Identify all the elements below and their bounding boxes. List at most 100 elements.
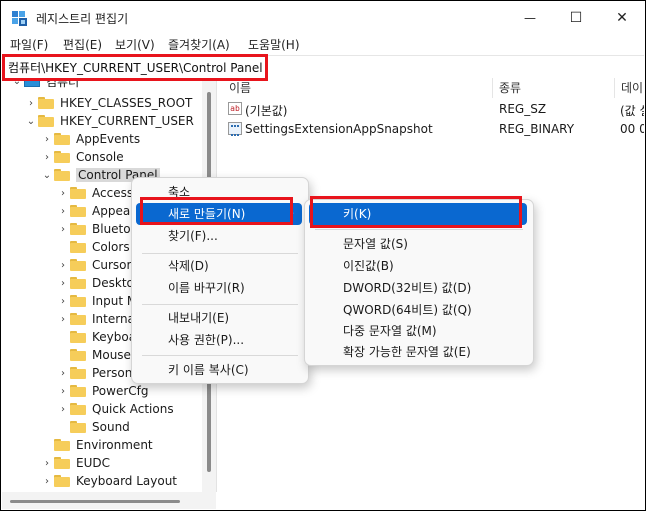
column-header-type[interactable]: 종류 [493,78,615,98]
address-path[interactable]: 컴퓨터\HKEY_CURRENT_USER\Control Panel [8,59,263,76]
menu-help[interactable]: 도움말(H) [248,36,300,53]
menu-item-export[interactable]: 내보내기(E) [136,307,302,329]
tree-node[interactable]: Sound [56,418,130,436]
menu-item-delete[interactable]: 삭제(D) [136,255,302,277]
close-icon: ✕ [616,10,628,26]
chevron-right-icon[interactable]: › [56,404,70,415]
menu-item-copy-key-name[interactable]: 키 이름 복사(C) [136,359,302,381]
tree-node[interactable]: Mouse [56,346,131,364]
close-button[interactable]: ✕ [599,2,645,34]
tree-node-label: Cursor [92,258,132,272]
value-type: REG_BINARY [499,122,575,136]
tree-node[interactable]: › Person [56,364,132,382]
tree-node[interactable]: › Access [56,184,133,202]
chevron-right-icon[interactable]: › [40,152,54,163]
submenu-item-qword-value[interactable]: QWORD(64비트) 값(Q) [309,299,527,321]
folder-icon [54,133,70,145]
chevron-right-icon[interactable]: › [40,476,54,487]
folder-icon [70,241,86,253]
submenu-item-string-value[interactable]: 문자열 값(S) [309,233,527,255]
tree-node[interactable]: › Appear [56,202,135,220]
tree-node-label: Environment [76,438,153,452]
window-title: 레지스트리 편집기 [36,12,129,26]
tree-node[interactable]: Keyboa [56,328,136,346]
title-bar: 레지스트리 편집기 — ☐ ✕ [2,2,645,34]
menu-item-find[interactable]: 찾기(F)... [136,225,302,247]
menu-item-collapse[interactable]: 축소 [136,181,302,203]
tree-node[interactable]: › PowerCfg [56,382,149,400]
submenu-item-expandable-string-value[interactable]: 확장 가능한 문자열 값(E) [309,341,527,363]
tree-node[interactable]: Environment [40,436,153,454]
folder-icon [54,151,70,163]
chevron-right-icon[interactable]: › [56,386,70,397]
tree-node-label: Access [92,186,134,200]
submenu-item-binary-value[interactable]: 이진값(B) [309,255,527,277]
tree-node[interactable]: ⌄ HKEY_CURRENT_USER [24,112,194,130]
minimize-icon: — [524,11,536,25]
chevron-right-icon[interactable]: › [56,206,70,217]
menu-edit[interactable]: 편집(E) [63,36,102,53]
chevron-right-icon[interactable]: › [56,260,70,271]
table-row[interactable]: SettingsExtensionAppSnapshot REG_BINARY … [223,120,644,138]
tree-node[interactable]: › EUDC [40,454,110,472]
chevron-right-icon[interactable]: › [56,368,70,379]
folder-icon [70,295,86,307]
scrollbar-thumb[interactable] [10,500,180,503]
chevron-right-icon[interactable]: › [56,224,70,235]
column-header-data[interactable]: 데이 [615,78,644,98]
tree-node-label: Sound [92,420,130,434]
submenu-item-multi-string-value[interactable]: 다중 문자열 값(M) [309,320,527,342]
chevron-right-icon[interactable]: › [56,296,70,307]
registry-editor-icon [12,11,27,26]
string-value-icon: ab [228,102,242,115]
column-header-name[interactable]: 이름 [223,78,493,98]
tree-node[interactable]: › AppEvents [40,130,140,148]
chevron-down-icon[interactable]: ⌄ [24,116,38,127]
tree-node[interactable]: › HKEY_CLASSES_ROOT [24,94,192,112]
tree-horizontal-scrollbar[interactable] [2,492,216,509]
tree-node-label: Keyboa [92,330,137,344]
chevron-right-icon[interactable]: › [24,98,38,109]
tree-node[interactable]: › Input M [56,292,137,310]
address-bar[interactable]: 컴퓨터\HKEY_CURRENT_USER\Control Panel [2,55,644,79]
folder-icon [70,331,86,343]
chevron-right-icon[interactable]: › [40,458,54,469]
folder-icon [70,385,86,397]
menu-file[interactable]: 파일(F) [10,36,48,53]
submenu-item-key[interactable]: 키(K) [309,203,527,225]
tree-node[interactable]: › Blueto [56,220,131,238]
tree-node[interactable]: Colors [56,238,130,256]
menu-favorites[interactable]: 즐겨찾기(A) [168,36,230,53]
chevron-down-icon[interactable]: ⌄ [10,78,24,87]
folder-icon [70,187,86,199]
folder-icon [54,457,70,469]
tree-node-label: Interna [92,312,135,326]
tree-node[interactable]: › Deskto [56,274,134,292]
chevron-right-icon[interactable]: › [56,188,70,199]
maximize-button[interactable]: ☐ [553,2,599,34]
tree-node[interactable]: › Cursor [56,256,131,274]
tree-root-computer[interactable]: ⌄ 컴퓨터 [10,78,79,90]
chevron-right-icon[interactable]: › [56,314,70,325]
submenu-item-dword-value[interactable]: DWORD(32비트) 값(D) [309,277,527,299]
menu-bar: 파일(F) 편집(E) 보기(V) 즐겨찾기(A) 도움말(H) [2,34,645,54]
chevron-right-icon[interactable]: › [40,134,54,145]
tree-node[interactable]: › Console [40,148,124,166]
tree-node-label: Mouse [92,348,131,362]
menu-view[interactable]: 보기(V) [115,36,155,53]
tree-node[interactable]: › Keyboard Layout [40,472,177,490]
chevron-down-icon[interactable]: ⌄ [40,170,54,181]
tree-node-label: Console [76,150,124,164]
chevron-right-icon[interactable]: › [56,278,70,289]
tree-node[interactable]: › Quick Actions [56,400,174,418]
menu-item-new[interactable]: 새로 만들기(N) › [136,203,302,225]
value-data: 00 00 [620,122,644,136]
value-type: REG_SZ [499,102,547,116]
menu-item-rename[interactable]: 이름 바꾸기(R) [136,277,302,299]
tree-node[interactable]: › Interna [56,310,135,328]
table-row[interactable]: ab (기본값) REG_SZ (값 설 [223,100,644,118]
context-menu: 축소 새로 만들기(N) › 찾기(F)... 삭제(D) 이름 바꾸기(R) … [131,177,309,384]
menu-item-permissions[interactable]: 사용 권한(P)... [136,329,302,351]
minimize-button[interactable]: — [507,2,553,34]
tree-node-label: Appear [92,204,136,218]
